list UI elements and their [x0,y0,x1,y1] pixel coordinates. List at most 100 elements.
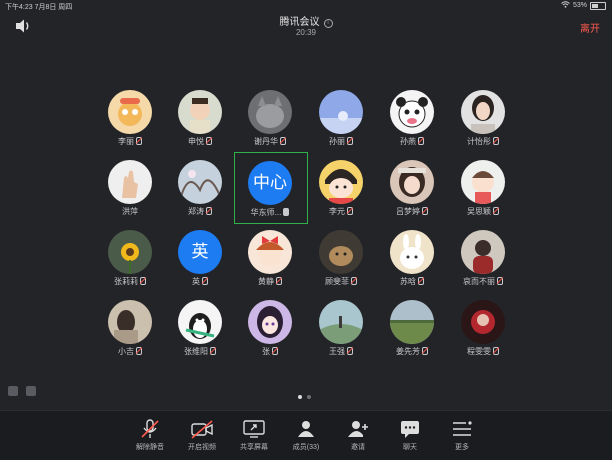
participant-tile[interactable]: 谢丹华 [235,90,305,158]
participant-tile[interactable]: 张 [235,300,305,368]
participant-name-text: 王强 [329,347,345,356]
participant-tile[interactable]: 张莉莉 [95,230,165,298]
mic-muted-icon [418,137,424,145]
participant-name: 李丽 [95,136,165,147]
participant-name-text: 苏晗 [400,277,416,286]
chat-button[interactable]: 聊天 [388,419,432,452]
participant-name: 王强 [306,346,376,357]
more-icon [451,419,473,439]
participant-name: 张 [235,346,305,357]
participant-name: 孙丽 [306,136,376,147]
participant-name: 华东师... [235,207,305,218]
avatar [390,300,434,344]
participant-name-text: 李元 [329,207,345,216]
participant-name: 顾斐菲 [306,276,376,287]
chat-icon [399,419,421,439]
participant-tile[interactable]: 李元 [306,160,376,228]
mic-muted-icon [206,137,212,145]
participant-name: 苏晗 [377,276,447,287]
mic-muted-icon [210,347,216,355]
participant-tile[interactable]: 吴思颖 [448,160,518,228]
participant-tile[interactable]: 吕梦婷 [377,160,447,228]
participant-name-text: 吴思颖 [467,207,491,216]
meeting-toolbar: 解除静音 开启视频 共享屏幕 成员(33) 邀请 聊天 更多 [0,410,612,460]
mic-muted-icon [202,277,208,285]
avatar [178,160,222,204]
mic-muted-icon [347,207,353,215]
members-button[interactable]: 成员(33) [284,419,328,452]
participant-tile[interactable]: 哀而不丽 [448,230,518,298]
invite-icon [347,419,369,439]
video-off-button[interactable]: 开启视频 [180,419,224,452]
participant-name-text: 张莉莉 [114,277,138,286]
participant-tile[interactable]: 中心 华东师... [234,152,308,224]
participant-tile[interactable]: 计怡彤 [448,90,518,158]
participant-tile[interactable]: 洪萍 [95,160,165,228]
participant-name-text: 李丽 [118,137,134,146]
toolbar-label: 邀请 [351,444,365,451]
participant-name-text: 张维阳 [184,347,208,356]
toolbar-label: 开启视频 [188,444,216,451]
participant-name: 谢丹华 [235,136,305,147]
participant-tile[interactable]: 苏晗 [377,230,447,298]
mic-muted-icon [347,137,353,145]
participant-name: 哀而不丽 [448,276,518,287]
mic-off-button[interactable]: 解除静音 [128,419,172,452]
avatar [178,90,222,134]
avatar [108,230,152,274]
toolbar-label: 聊天 [403,444,417,451]
avatar [248,90,292,134]
participant-tile[interactable]: 孙燕 [377,90,447,158]
participant-name-text: 程雯雯 [467,347,491,356]
avatar: 英 [178,230,222,274]
participant-tile[interactable]: 孙丽 [306,90,376,158]
invite-button[interactable]: 邀请 [336,419,380,452]
participant-name-text: 小吉 [118,347,134,356]
participant-name: 黄静 [235,276,305,287]
participant-tile[interactable]: 英英 [165,230,235,298]
participant-name-text: 洪萍 [122,207,138,216]
mic-muted-icon [140,277,146,285]
avatar [461,230,505,274]
mic-muted-icon [136,137,142,145]
participant-tile[interactable]: 张维阳 [165,300,235,368]
participant-name: 张莉莉 [95,276,165,287]
participant-tile[interactable]: 程雯雯 [448,300,518,368]
participant-tile[interactable]: 郑涛 [165,160,235,228]
participant-name: 程雯雯 [448,346,518,357]
participant-tile[interactable]: 黄静 [235,230,305,298]
keyboard-icon[interactable] [26,386,36,396]
participant-name-text: 哀而不丽 [463,277,495,286]
page-indicator[interactable] [298,395,311,399]
mic-muted-icon [422,347,428,355]
toolbar-label: 共享屏幕 [240,444,268,451]
participant-tile[interactable]: 申悦 [165,90,235,158]
mic-muted-icon [493,137,499,145]
participant-tile[interactable]: 小吉 [95,300,165,368]
share-screen-button[interactable]: 共享屏幕 [232,419,276,452]
participant-grid: 李丽 申悦 谢丹华 孙丽 孙燕 计怡彤 洪萍 郑涛 中心 华东师... 李元 吕梦婷 吴思颖 张莉莉英英黄… [0,0,612,400]
video-off-icon [191,419,213,439]
toolbar-label: 更多 [455,444,469,451]
participant-name-text: 郑涛 [188,207,204,216]
share-screen-icon [243,419,265,439]
avatar [390,90,434,134]
avatar [108,90,152,134]
participant-name: 吕梦婷 [377,206,447,217]
avatar [319,90,363,134]
more-button[interactable]: 更多 [440,419,484,452]
avatar [319,230,363,274]
participant-name-text: 计怡彤 [467,137,491,146]
emoji-icon[interactable] [8,386,18,396]
participant-tile[interactable]: 王强 [306,300,376,368]
mic-off-icon [139,419,161,439]
participant-tile[interactable]: 李丽 [95,90,165,158]
participant-name-text: 英 [192,277,200,286]
avatar [108,300,152,344]
participant-tile[interactable]: 顾斐菲 [306,230,376,298]
participant-name-text: 顾斐菲 [325,277,349,286]
participant-tile[interactable]: 姜先芳 [377,300,447,368]
mic-muted-icon [347,347,353,355]
avatar [108,160,152,204]
participant-name-text: 孙丽 [329,137,345,146]
